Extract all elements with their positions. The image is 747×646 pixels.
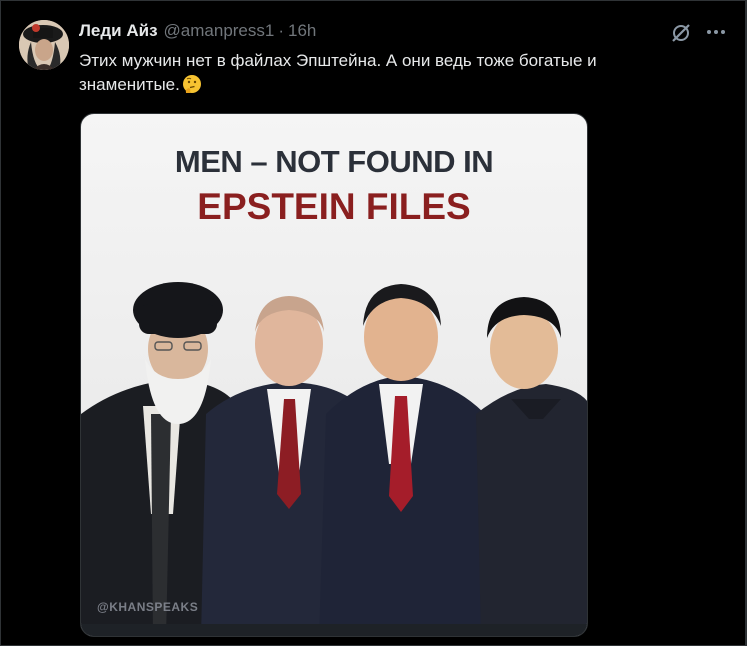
more-icon[interactable] [706, 24, 726, 40]
post-header: Леди Айз @amanpress1 · 16h [79, 21, 316, 43]
image-watermark: @KHANSPEAKS [97, 600, 199, 614]
image-bottom-bar [81, 624, 587, 636]
post-text: Этих мужчин нет в файлах Эпштейна. А они… [79, 49, 679, 97]
grok-icon[interactable] [671, 23, 691, 43]
portrait-group [81, 282, 587, 636]
author-name[interactable]: Леди Айз [79, 21, 158, 41]
avatar-image [19, 20, 69, 70]
post-text-content: Этих мужчин нет в файлах Эпштейна. А они… [79, 51, 597, 94]
figure-3 [319, 284, 501, 636]
post-container[interactable]: Леди Айз @amanpress1 · 16h Этих мужчин н… [0, 0, 747, 646]
figure-4 [476, 297, 587, 636]
header-separator: · [278, 21, 285, 40]
author-handle[interactable]: @amanpress1 [164, 21, 275, 41]
thinking-face-icon [182, 74, 202, 94]
avatar[interactable] [19, 20, 69, 70]
post-image[interactable]: MEN – NOT FOUND IN EPSTEIN FILES @KHANSP… [80, 113, 588, 637]
post-time[interactable]: 16h [288, 21, 316, 41]
